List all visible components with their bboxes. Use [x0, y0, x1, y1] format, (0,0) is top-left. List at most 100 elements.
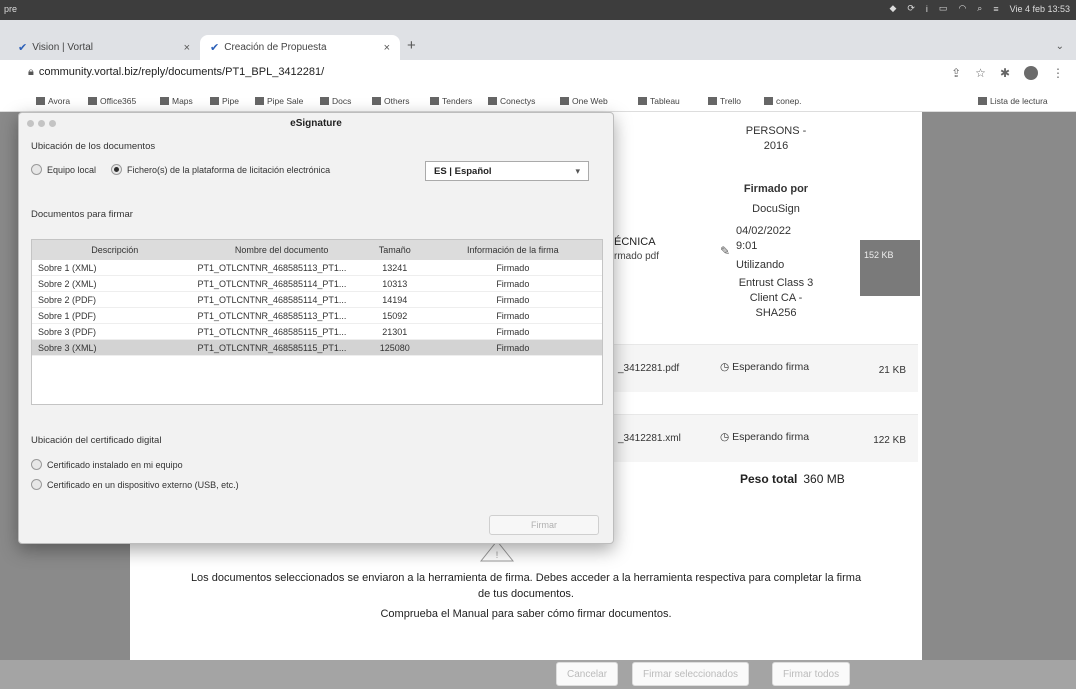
bookmark-item[interactable]: Avora: [36, 96, 70, 106]
screen: pre ◆ ⟳ i ▭ ◠ ⌕ ≡ Vie 4 feb 13:53 ✔ Visi…: [0, 0, 1076, 689]
bookmark-item[interactable]: Maps: [160, 96, 193, 106]
sign-all-button[interactable]: Firmar todos: [772, 662, 851, 686]
tab-creacion-propuesta[interactable]: ✔ Creación de Propuesta ×: [200, 35, 400, 60]
persons-text: PERSONS - 2016: [745, 125, 807, 152]
table-header: Descripción Nombre del documento Tamaño …: [32, 240, 602, 260]
cell-size: 10313: [382, 278, 408, 289]
radio-button[interactable]: [31, 459, 42, 470]
profile-avatar[interactable]: [1024, 66, 1038, 80]
bookmark-item[interactable]: Others: [372, 96, 410, 106]
document-row[interactable]: _3412281.pdf ◷ Esperando firma 21 KB: [612, 344, 918, 392]
bookmark-star-icon[interactable]: ☆: [975, 66, 986, 80]
bookmark-item[interactable]: Pipe: [210, 96, 239, 106]
column-header[interactable]: Nombre del documento: [191, 240, 365, 260]
radio-cert-external[interactable]: Certificado en un dispositivo externo (U…: [31, 479, 239, 490]
size-chip: 152 KB: [860, 240, 920, 296]
folder-icon: [708, 97, 717, 105]
message-line-1: Los documentos seleccionados se enviaron…: [190, 572, 862, 584]
cell-filename: PT1_OTLCNTNR_468585113_PT1...: [197, 262, 347, 273]
search-icon[interactable]: ⌕: [977, 3, 982, 14]
bookmark-item[interactable]: Conectys: [488, 96, 535, 106]
folder-icon: [255, 97, 264, 105]
tecnica-title: ÉCNICA: [614, 236, 656, 248]
bookmark-item[interactable]: Tenders: [430, 96, 472, 106]
folder-icon: [560, 97, 569, 105]
vortal-favicon-icon: ✔: [210, 42, 220, 54]
url-bar[interactable]: 🔒︎ community.vortal.biz/reply/documents/P…: [28, 66, 324, 79]
bookmark-item[interactable]: conep.: [764, 96, 802, 106]
folder-icon: [160, 97, 169, 105]
radio-button[interactable]: [31, 164, 42, 175]
menu-kebab-icon[interactable]: ⋮: [1052, 66, 1064, 80]
radio-button[interactable]: [111, 164, 122, 175]
share-icon[interactable]: ⇪: [951, 66, 961, 80]
tab-search-icon[interactable]: ⌄: [1056, 41, 1064, 52]
document-size: 122 KB: [873, 435, 906, 446]
radio-platform[interactable]: Fichero(s) de la plataforma de licitació…: [111, 164, 330, 175]
message-area: [130, 552, 922, 660]
toolbar-icons: ⇪ ☆ ✱ ⋮: [951, 66, 1064, 80]
bookmark-item[interactable]: Trello: [708, 96, 741, 106]
dialog-title: eSignature: [290, 118, 342, 129]
folder-icon: [488, 97, 497, 105]
column-header[interactable]: Descripción: [32, 240, 191, 260]
utilizando-label: Utilizando: [736, 259, 785, 271]
table-row[interactable]: Sobre 2 (XML) PT1_OTLCNTNR_468585114_PT1…: [32, 276, 602, 292]
reading-list[interactable]: Lista de lectura: [978, 96, 1048, 106]
edit-signature-icon[interactable]: ✎: [720, 244, 730, 258]
table-row[interactable]: Sobre 1 (PDF) PT1_OTLCNTNR_468585113_PT1…: [32, 308, 602, 324]
cancel-button[interactable]: Cancelar: [556, 662, 619, 686]
extensions-icon[interactable]: ✱: [1000, 66, 1010, 80]
table-row[interactable]: Sobre 3 (PDF) PT1_OTLCNTNR_468585115_PT1…: [32, 324, 602, 340]
wifi-icon[interactable]: ◠: [958, 3, 966, 14]
radio-cert-installed[interactable]: Certificado instalado en mi equipo: [31, 459, 183, 470]
cell-description: Sobre 1 (PDF): [38, 310, 97, 321]
bookmark-item[interactable]: Docs: [320, 96, 351, 106]
table-row-selected[interactable]: Sobre 3 (XML) PT1_OTLCNTNR_468585115_PT1…: [32, 340, 602, 356]
table-row[interactable]: Sobre 2 (PDF) PT1_OTLCNTNR_468585114_PT1…: [32, 292, 602, 308]
tab-strip: ✔ Vision | Vortal × ✔ Creación de Propue…: [0, 20, 1076, 60]
cell-description: Sobre 3 (XML): [38, 342, 97, 353]
table-row[interactable]: Sobre 1 (XML) PT1_OTLCNTNR_468585113_PT1…: [32, 260, 602, 276]
cell-size: 125080: [379, 342, 410, 353]
close-tab-icon[interactable]: ×: [184, 42, 190, 54]
bookmark-item[interactable]: Tableau: [638, 96, 680, 106]
language-select[interactable]: ES | Español ▾: [425, 161, 589, 181]
lock-icon[interactable]: 🔒︎: [28, 66, 34, 78]
bookmark-item[interactable]: Pipe Sale: [255, 96, 303, 106]
sign-selected-button[interactable]: Firmar seleccionados: [632, 662, 750, 686]
radio-local[interactable]: Equipo local: [31, 164, 96, 175]
cell-description: Sobre 2 (XML): [38, 278, 97, 289]
message-line-2: de tus documentos.: [477, 588, 574, 600]
radio-button[interactable]: [31, 479, 42, 490]
cell-description: Sobre 2 (PDF): [38, 294, 97, 305]
bookmark-item[interactable]: One Web: [560, 96, 608, 106]
folder-icon: [210, 97, 219, 105]
os-app-label: pre: [4, 4, 18, 14]
bookmark-item[interactable]: Office365: [88, 96, 136, 106]
document-filename: _3412281.pdf: [618, 363, 680, 374]
document-row[interactable]: _3412281.xml ◷ Esperando firma 122 KB: [612, 414, 918, 462]
cell-description: Sobre 3 (PDF): [38, 326, 97, 337]
cell-signature-info: Firmado: [496, 294, 530, 305]
folder-icon: [372, 97, 381, 105]
sync-icon[interactable]: ⟳: [907, 3, 915, 14]
cert-issuer: Entrust Class 3 Client CA - SHA256: [738, 277, 814, 319]
control-center-icon[interactable]: ≡: [993, 4, 998, 14]
battery-icon[interactable]: ▭: [939, 3, 948, 14]
dropbox-icon[interactable]: ◆: [889, 3, 896, 14]
new-tab-button[interactable]: +: [407, 37, 416, 54]
signer-name: DocuSign: [752, 203, 800, 215]
close-tab-icon[interactable]: ×: [384, 42, 390, 54]
tab-vision[interactable]: ✔ Vision | Vortal ×: [8, 35, 200, 60]
overlay-right: [922, 112, 1076, 660]
document-status: ◷ Esperando firma: [720, 361, 810, 373]
cell-size: 13241: [382, 262, 408, 273]
column-header[interactable]: Información de la firma: [424, 240, 602, 260]
reading-list-icon: [978, 97, 987, 105]
sign-button[interactable]: Firmar: [489, 515, 599, 535]
column-header[interactable]: Tamaño: [366, 240, 424, 260]
os-top-bar: pre ◆ ⟳ i ▭ ◠ ⌕ ≡ Vie 4 feb 13:53: [0, 0, 1076, 20]
info-icon[interactable]: i: [926, 4, 928, 14]
cell-description: Sobre 1 (XML): [38, 262, 97, 273]
